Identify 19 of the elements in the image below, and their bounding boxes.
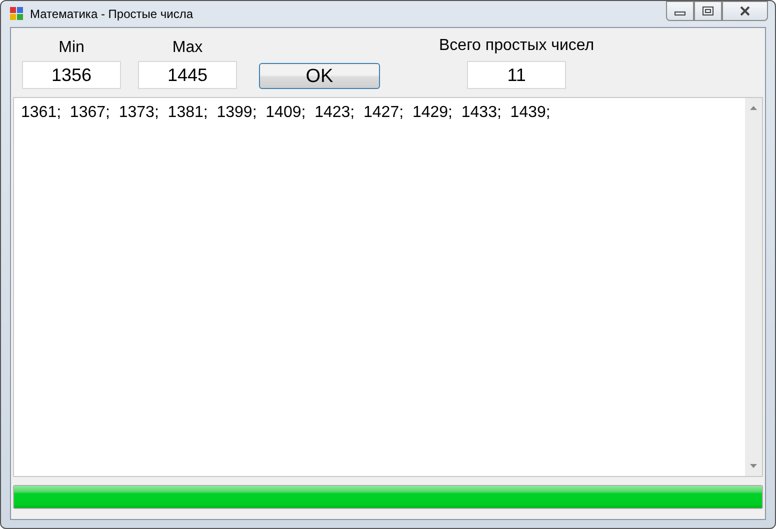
result-text: 1361; 1367; 1373; 1381; 1399; 1409; 1423; 1427; 1429; 1433; 1439;	[21, 104, 550, 122]
min-label: Min	[58, 39, 84, 57]
min-field[interactable]: 1356	[22, 61, 121, 89]
scroll-up-icon[interactable]	[750, 106, 757, 110]
ok-button[interactable]: OK	[259, 63, 380, 89]
close-icon	[739, 6, 751, 16]
count-label: Всего простых чисел	[439, 37, 594, 55]
result-text-area[interactable]: 1361; 1367; 1373; 1381; 1399; 1409; 1423; 1427; 1429; 1433; 1439;	[13, 97, 763, 477]
count-field[interactable]: 11	[467, 61, 566, 89]
scrollbar[interactable]	[745, 98, 762, 476]
maximize-button[interactable]	[694, 1, 722, 21]
close-button[interactable]	[722, 1, 768, 21]
minimize-button[interactable]	[666, 1, 694, 21]
max-field[interactable]: 1445	[138, 61, 237, 89]
window-title: Математика - Простые числа	[30, 7, 194, 21]
app-icon	[10, 7, 24, 21]
maximize-icon	[702, 6, 714, 16]
max-label: Max	[172, 39, 203, 57]
scroll-down-icon[interactable]	[750, 464, 757, 468]
